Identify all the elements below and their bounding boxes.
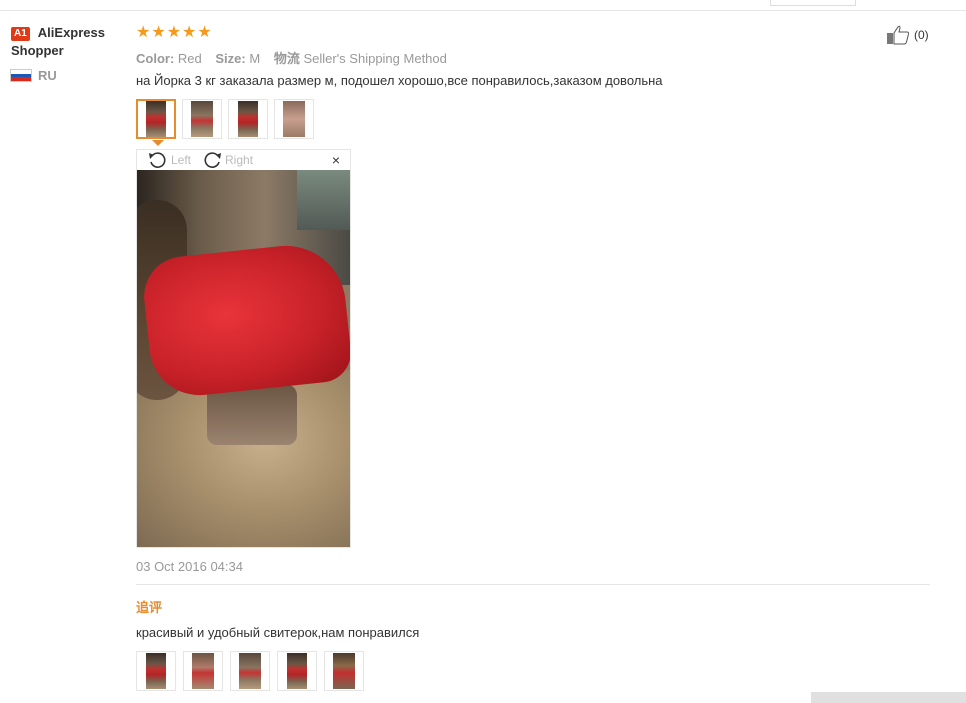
color-value: Red — [177, 51, 202, 66]
photo-thumbnail[interactable] — [274, 99, 314, 139]
photo-thumbnail[interactable] — [136, 99, 176, 139]
star-icon: ★ — [136, 24, 151, 41]
country-code: RU — [38, 68, 57, 83]
helpful-count: (0) — [914, 28, 929, 42]
star-icon: ★ — [197, 24, 212, 41]
thumbs-up-icon — [887, 25, 910, 45]
star-rating: ★ ★ ★ ★ ★ — [136, 25, 212, 41]
rotate-right-label: Right — [225, 153, 254, 167]
photo-thumbnail[interactable] — [182, 99, 222, 139]
rotate-right-icon — [204, 152, 222, 168]
helpful-button[interactable]: (0) — [886, 25, 929, 45]
star-icon: ★ — [182, 24, 197, 41]
top-dropdown-edge[interactable] — [770, 0, 856, 6]
photo-thumbnail[interactable] — [277, 651, 317, 691]
size-value: M — [249, 51, 261, 66]
photo-viewer: Left Right × — [136, 149, 351, 548]
size-label: Size: — [215, 51, 246, 66]
photo-thumbnail[interactable] — [324, 651, 364, 691]
review-date: 03 Oct 2016 04:34 — [136, 559, 243, 574]
review-text: на Йорка 3 кг заказала размер м, подошел… — [136, 73, 663, 88]
followup-photos — [136, 651, 364, 691]
review-photo-large — [137, 170, 350, 547]
rotate-left-icon — [149, 152, 166, 168]
order-attributes: Color: Red Size: M 物流 Seller's Shipping … — [136, 48, 447, 67]
rotate-left-label: Left — [171, 153, 192, 167]
rotate-left-button[interactable]: Left — [147, 151, 191, 169]
russia-flag-icon — [11, 70, 31, 82]
photo-thumbnail[interactable] — [183, 651, 223, 691]
viewer-toolbar: Left Right × — [137, 150, 350, 170]
reviewer-name-row: A1 AliExpress Shopper — [11, 24, 121, 60]
followup-divider — [136, 584, 930, 585]
shipping-label: 物流 — [273, 51, 300, 66]
photo-thumbnail[interactable] — [228, 99, 268, 139]
shipping-value: Seller's Shipping Method — [303, 51, 447, 66]
rotate-right-button[interactable]: Right — [201, 151, 253, 169]
photo-thumbnail[interactable] — [136, 651, 176, 691]
followup-text: красивый и удобный свитерок,нам понравил… — [136, 625, 420, 640]
active-photo-pointer — [152, 140, 164, 146]
top-divider — [0, 10, 966, 11]
reviewer-info: A1 AliExpress Shopper RU — [11, 24, 121, 83]
color-label: Color: — [136, 51, 175, 66]
reviewer-country: RU — [11, 68, 121, 83]
close-viewer-button[interactable]: × — [332, 152, 340, 168]
review-photos — [136, 99, 314, 139]
followup-label: 追评 — [136, 600, 163, 615]
horizontal-scrollbar[interactable] — [811, 692, 966, 703]
star-icon: ★ — [151, 24, 166, 41]
level-badge: A1 — [11, 26, 30, 41]
star-icon: ★ — [166, 24, 182, 41]
photo-thumbnail[interactable] — [230, 651, 270, 691]
